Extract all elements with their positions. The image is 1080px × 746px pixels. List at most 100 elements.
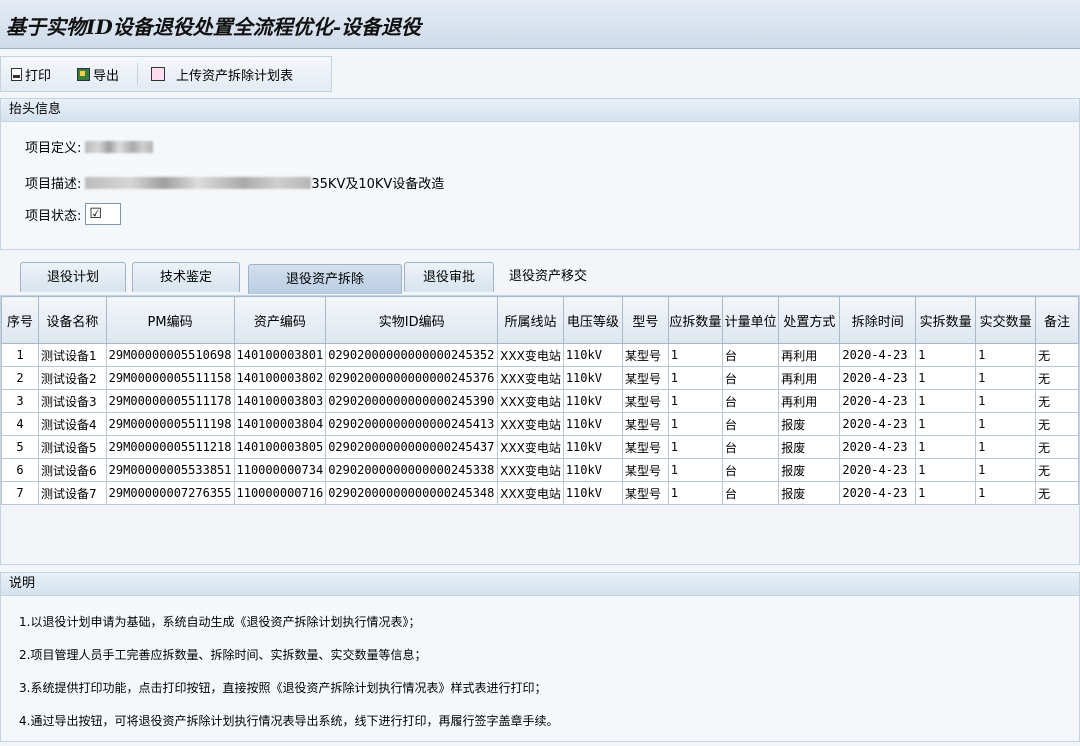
table-cell[interactable]: 再利用: [778, 389, 841, 413]
table-cell[interactable]: 1: [975, 481, 1037, 505]
table-cell[interactable]: 140100003804: [233, 412, 327, 436]
print-button[interactable]: 打印: [11, 65, 51, 84]
table-cell[interactable]: 2020-4-23: [839, 435, 917, 459]
table-cell[interactable]: 110kV: [562, 389, 624, 413]
table-cell[interactable]: 1: [667, 435, 724, 459]
table-cell[interactable]: 02902000000000000245376: [325, 366, 499, 390]
table-cell[interactable]: 140100003803: [233, 389, 327, 413]
table-cell[interactable]: 5: [1, 435, 39, 459]
table-cell[interactable]: 测试设备4: [37, 412, 107, 436]
table-cell[interactable]: 测试设备6: [37, 458, 107, 482]
table-cell[interactable]: 6: [1, 458, 39, 482]
table-cell[interactable]: 1: [915, 366, 977, 390]
col-header[interactable]: 实物ID编码: [325, 296, 499, 344]
table-cell[interactable]: XXX变电站: [497, 366, 564, 390]
table-cell[interactable]: 1: [915, 458, 977, 482]
table-cell[interactable]: 110kV: [562, 412, 624, 436]
table-cell[interactable]: 1: [667, 481, 724, 505]
table-cell[interactable]: XXX变电站: [497, 389, 564, 413]
table-cell[interactable]: 报废: [778, 458, 841, 482]
table-row[interactable]: 2 测试设备2 29M00000005511158 140100003802 02902…: [1, 366, 1079, 390]
table-cell[interactable]: 29M00000005511198: [105, 412, 235, 436]
table-cell[interactable]: 1: [975, 343, 1037, 367]
table-cell[interactable]: 1: [915, 435, 977, 459]
table-row[interactable]: 3 测试设备3 29M00000005511178 140100003803 02902…: [1, 389, 1079, 413]
table-cell[interactable]: 110000000734: [233, 458, 327, 482]
tab-asset-transfer[interactable]: 退役资产移交: [496, 262, 600, 292]
table-cell[interactable]: 2020-4-23: [839, 458, 917, 482]
table-cell[interactable]: 1: [667, 412, 724, 436]
tab-asset-removal[interactable]: 退役资产拆除: [248, 264, 402, 294]
col-header[interactable]: 资产编码: [233, 296, 327, 344]
table-cell[interactable]: 某型号: [622, 481, 669, 505]
table-cell[interactable]: 1: [667, 343, 724, 367]
table-cell[interactable]: 某型号: [622, 366, 669, 390]
table-cell[interactable]: 110000000716: [233, 481, 327, 505]
table-cell[interactable]: XXX变电站: [497, 343, 564, 367]
table-cell[interactable]: 2020-4-23: [839, 389, 917, 413]
col-header[interactable]: 型号: [622, 296, 669, 344]
col-header[interactable]: 实交数量: [975, 296, 1037, 344]
table-cell[interactable]: 1: [667, 458, 724, 482]
table-cell[interactable]: 报废: [778, 435, 841, 459]
table-cell[interactable]: 1: [915, 412, 977, 436]
tab-retirement-plan[interactable]: 退役计划: [20, 262, 126, 292]
table-cell[interactable]: 1: [975, 366, 1037, 390]
table-cell[interactable]: 无: [1035, 458, 1079, 482]
table-cell[interactable]: 1: [975, 412, 1037, 436]
table-cell[interactable]: 1: [975, 435, 1037, 459]
table-cell[interactable]: 报废: [778, 412, 841, 436]
table-cell[interactable]: 测试设备2: [37, 366, 107, 390]
col-header[interactable]: 应拆数量: [667, 296, 724, 344]
table-cell[interactable]: 140100003805: [233, 435, 327, 459]
table-cell[interactable]: 无: [1035, 412, 1079, 436]
table-cell[interactable]: 02902000000000000245338: [325, 458, 499, 482]
table-row[interactable]: 6 测试设备6 29M00000005533851 110000000734 02902…: [1, 458, 1079, 482]
table-cell[interactable]: XXX变电站: [497, 435, 564, 459]
table-cell[interactable]: 1: [975, 458, 1037, 482]
table-cell[interactable]: 再利用: [778, 343, 841, 367]
col-header[interactable]: 设备名称: [37, 296, 107, 344]
col-header[interactable]: 计量单位: [722, 296, 780, 344]
col-header[interactable]: 所属线站: [497, 296, 564, 344]
table-cell[interactable]: 无: [1035, 481, 1079, 505]
col-header[interactable]: 电压等级: [562, 296, 624, 344]
table-cell[interactable]: 台: [722, 481, 780, 505]
table-cell[interactable]: 1: [915, 389, 977, 413]
table-cell[interactable]: 台: [722, 435, 780, 459]
table-cell[interactable]: 110kV: [562, 435, 624, 459]
table-cell[interactable]: 02902000000000000245352: [325, 343, 499, 367]
table-cell[interactable]: 无: [1035, 343, 1079, 367]
table-cell[interactable]: 某型号: [622, 389, 669, 413]
table-cell[interactable]: 台: [722, 366, 780, 390]
table-cell[interactable]: 29M00000007276355: [105, 481, 235, 505]
table-cell[interactable]: 测试设备3: [37, 389, 107, 413]
table-cell[interactable]: 测试设备7: [37, 481, 107, 505]
table-cell[interactable]: 某型号: [622, 412, 669, 436]
table-cell[interactable]: 某型号: [622, 435, 669, 459]
tab-retirement-approval[interactable]: 退役审批: [404, 262, 494, 292]
table-cell[interactable]: 02902000000000000245413: [325, 412, 499, 436]
table-cell[interactable]: 1: [915, 481, 977, 505]
table-cell[interactable]: 02902000000000000245348: [325, 481, 499, 505]
col-header[interactable]: 序号: [1, 296, 39, 344]
table-cell[interactable]: 140100003801: [233, 343, 327, 367]
table-cell[interactable]: 29M00000005510698: [105, 343, 235, 367]
table-cell[interactable]: 1: [975, 389, 1037, 413]
table-cell[interactable]: 29M00000005511158: [105, 366, 235, 390]
table-row[interactable]: 5 测试设备5 29M00000005511218 140100003805 02902…: [1, 435, 1079, 459]
table-cell[interactable]: 2020-4-23: [839, 343, 917, 367]
table-cell[interactable]: 1: [1, 343, 39, 367]
upload-plan-button[interactable]: 上传资产拆除计划表: [151, 65, 293, 84]
table-cell[interactable]: 140100003802: [233, 366, 327, 390]
col-header[interactable]: 备注: [1035, 296, 1079, 344]
col-header[interactable]: 处置方式: [778, 296, 841, 344]
project-status-checkbox[interactable]: ☑: [85, 203, 122, 225]
table-cell[interactable]: 台: [722, 343, 780, 367]
table-cell[interactable]: 02902000000000000245390: [325, 389, 499, 413]
table-cell[interactable]: 测试设备1: [37, 343, 107, 367]
table-cell[interactable]: 1: [667, 389, 724, 413]
table-cell[interactable]: 29M00000005511178: [105, 389, 235, 413]
export-button[interactable]: 导出: [77, 65, 119, 84]
table-row[interactable]: 4 测试设备4 29M00000005511198 140100003804 02902…: [1, 412, 1079, 436]
